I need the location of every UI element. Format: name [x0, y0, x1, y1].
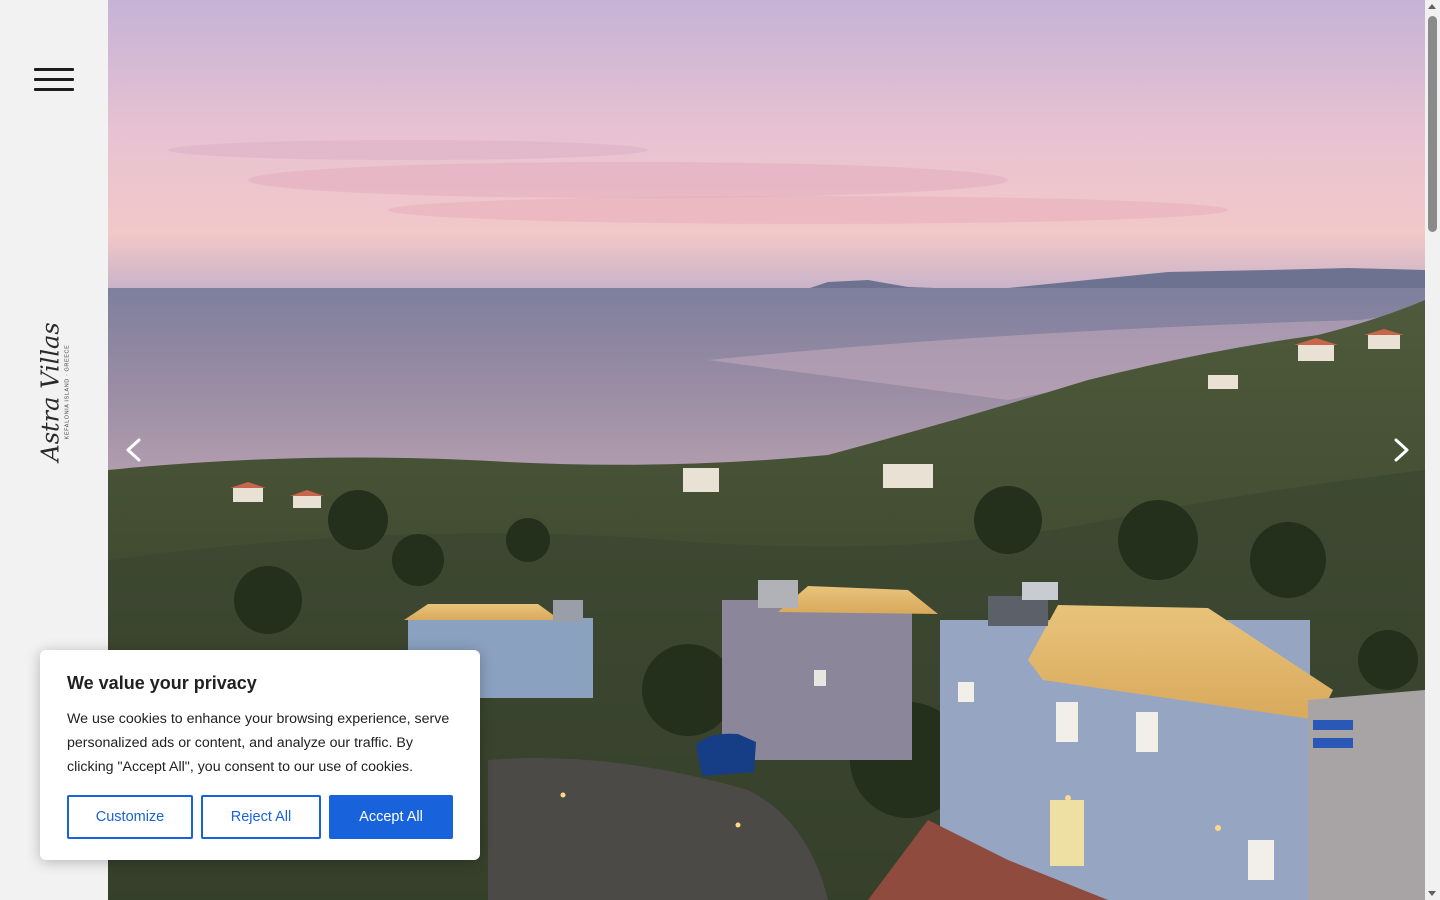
cookie-description: We use cookies to enhance your browsing …	[67, 711, 450, 775]
chevron-left-icon	[126, 438, 141, 462]
chevron-right-icon	[1394, 438, 1409, 462]
site-logo[interactable]: Astra Villas KEFALONIA ISLAND · GREECE	[0, 322, 108, 461]
menu-line	[34, 68, 74, 71]
scrollbar-thumb[interactable]	[1428, 16, 1437, 232]
page-scrollbar[interactable]	[1425, 0, 1440, 900]
scroll-up-arrow-icon[interactable]	[1428, 4, 1436, 9]
slider-prev-button[interactable]	[116, 432, 152, 468]
logo-subtitle: KEFALONIA ISLAND · GREECE	[64, 344, 71, 440]
cookie-buttons: Customize Reject All Accept All	[67, 795, 453, 839]
logo-script: Astra Villas	[36, 322, 65, 462]
logo-lockup: Astra Villas KEFALONIA ISLAND · GREECE	[36, 322, 71, 462]
accept-all-button[interactable]: Accept All	[329, 795, 453, 839]
customize-button[interactable]: Customize	[67, 795, 193, 839]
menu-line	[34, 88, 74, 91]
reject-all-button[interactable]: Reject All	[201, 795, 321, 839]
hamburger-menu-icon[interactable]	[34, 68, 74, 92]
slider-next-button[interactable]	[1383, 432, 1419, 468]
cookie-title: We value your privacy	[67, 673, 257, 693]
cookie-consent-banner: We value your privacy We use cookies to …	[40, 650, 480, 860]
scroll-down-arrow-icon[interactable]	[1428, 891, 1436, 896]
menu-line	[34, 78, 74, 81]
